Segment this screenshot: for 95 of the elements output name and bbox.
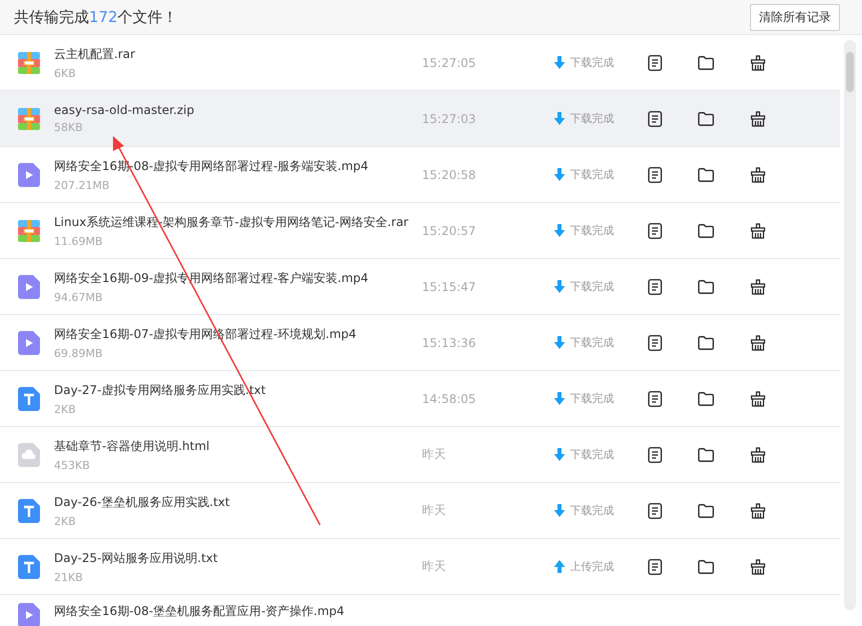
file-size: 94.67MB xyxy=(54,290,104,304)
folder-icon[interactable] xyxy=(698,336,714,350)
download-arrow-icon xyxy=(554,56,565,69)
brush-icon[interactable] xyxy=(750,110,766,126)
file-name: Day-26-堡垒机服务应用实践.txt xyxy=(54,494,231,510)
transfer-status: 下载完成 xyxy=(570,391,614,406)
folder-icon[interactable] xyxy=(698,448,714,462)
transfer-status: 下载完成 xyxy=(570,447,614,462)
transfer-status: 上传完成 xyxy=(570,559,614,574)
document-icon[interactable] xyxy=(648,278,662,294)
text-file-icon xyxy=(18,386,40,410)
file-row[interactable]: 基础章节-容器使用说明.html 453KB 昨天 下载完成 xyxy=(0,427,840,483)
file-size: 21KB xyxy=(54,570,84,584)
transfer-count-title: 共传输完成172个文件！ xyxy=(14,8,178,26)
download-arrow-icon xyxy=(554,392,565,405)
transfer-time: 15:15:47 xyxy=(422,280,477,294)
transfer-time: 15:20:57 xyxy=(422,224,477,238)
brush-icon[interactable] xyxy=(750,54,766,70)
download-arrow-icon xyxy=(554,448,565,461)
transfer-time: 昨天 xyxy=(422,502,447,519)
file-row[interactable]: easy-rsa-old-master.zip 58KB 15:27:03 下载完成 xyxy=(0,91,840,147)
upload-arrow-icon xyxy=(554,560,565,573)
file-row[interactable]: Day-26-堡垒机服务应用实践.txt 2KB 昨天 下载完成 xyxy=(0,483,840,539)
download-arrow-icon xyxy=(554,280,565,293)
transfer-time: 昨天 xyxy=(422,558,447,575)
brush-icon[interactable] xyxy=(750,558,766,574)
document-icon[interactable] xyxy=(648,222,662,238)
folder-icon[interactable] xyxy=(698,56,714,70)
document-icon[interactable] xyxy=(648,54,662,70)
document-icon[interactable] xyxy=(648,446,662,462)
transfer-time: 14:58:05 xyxy=(422,392,477,406)
transfer-status: 下载完成 xyxy=(570,223,614,238)
file-size: 453KB xyxy=(54,458,91,472)
file-size: 6KB xyxy=(54,66,77,80)
folder-icon[interactable] xyxy=(698,168,714,182)
file-size: 58KB xyxy=(54,121,84,134)
scrollbar[interactable] xyxy=(844,40,856,610)
document-icon[interactable] xyxy=(648,558,662,574)
download-arrow-icon xyxy=(554,168,565,181)
video-file-icon xyxy=(18,162,40,186)
text-file-icon xyxy=(18,554,40,578)
archive-file-icon xyxy=(18,220,40,242)
document-icon[interactable] xyxy=(648,390,662,406)
folder-icon[interactable] xyxy=(698,392,714,406)
folder-icon[interactable] xyxy=(698,224,714,238)
file-size: 2KB xyxy=(54,402,77,416)
folder-icon[interactable] xyxy=(698,280,714,294)
transfer-time: 15:20:58 xyxy=(422,168,477,182)
document-icon[interactable] xyxy=(648,166,662,182)
brush-icon[interactable] xyxy=(750,222,766,238)
transfer-status: 下载完成 xyxy=(570,167,614,182)
folder-icon[interactable] xyxy=(698,560,714,574)
document-icon[interactable] xyxy=(648,110,662,126)
file-name: 基础章节-容器使用说明.html xyxy=(54,438,210,454)
file-name: Day-25-网站服务应用说明.txt xyxy=(54,550,219,566)
file-size: 2KB xyxy=(54,514,77,528)
transfer-status: 下载完成 xyxy=(570,503,614,518)
transfer-status: 下载完成 xyxy=(570,335,614,350)
transfer-status: 下载完成 xyxy=(570,55,614,70)
scrollbar-thumb[interactable] xyxy=(846,52,854,92)
brush-icon[interactable] xyxy=(750,502,766,518)
file-size: 69.89MB xyxy=(54,346,104,360)
transfer-time: 15:13:36 xyxy=(422,336,477,350)
file-row[interactable]: 网络安全16期-08-堡垒机服务配置应用-资产操作.mp4 xyxy=(0,595,840,626)
brush-icon[interactable] xyxy=(750,390,766,406)
brush-icon[interactable] xyxy=(750,334,766,350)
folder-icon[interactable] xyxy=(698,112,714,126)
folder-icon[interactable] xyxy=(698,504,714,518)
download-arrow-icon xyxy=(554,336,565,349)
clear-records-button[interactable]: 清除所有记录 xyxy=(750,4,840,30)
video-file-icon xyxy=(18,330,40,354)
transfer-status: 下载完成 xyxy=(570,111,614,126)
transfer-time: 15:27:05 xyxy=(422,56,477,70)
document-icon[interactable] xyxy=(648,502,662,518)
download-arrow-icon xyxy=(554,112,565,125)
video-file-icon xyxy=(18,274,40,298)
brush-icon[interactable] xyxy=(750,278,766,294)
brush-icon[interactable] xyxy=(750,446,766,462)
archive-file-icon xyxy=(18,52,40,74)
transfer-time: 15:27:03 xyxy=(422,112,477,126)
file-name: easy-rsa-old-master.zip xyxy=(54,103,196,117)
file-row[interactable]: Day-25-网站服务应用说明.txt 21KB 昨天 上传完成 xyxy=(0,539,840,595)
transfer-status: 下载完成 xyxy=(570,279,614,294)
brush-icon[interactable] xyxy=(750,166,766,182)
archive-file-icon xyxy=(18,108,40,130)
file-name: 云主机配置.rar xyxy=(54,46,136,62)
download-arrow-icon xyxy=(554,504,565,517)
transfer-time: 昨天 xyxy=(422,446,447,463)
download-arrow-icon xyxy=(554,224,565,237)
file-name: 网络安全16期-08-堡垒机服务配置应用-资产操作.mp4 xyxy=(54,603,346,620)
file-size: 11.69MB xyxy=(54,234,104,248)
file-size: 207.21MB xyxy=(54,178,111,192)
document-icon[interactable] xyxy=(648,334,662,350)
cloud-file-icon xyxy=(18,442,40,466)
text-file-icon xyxy=(18,498,40,522)
